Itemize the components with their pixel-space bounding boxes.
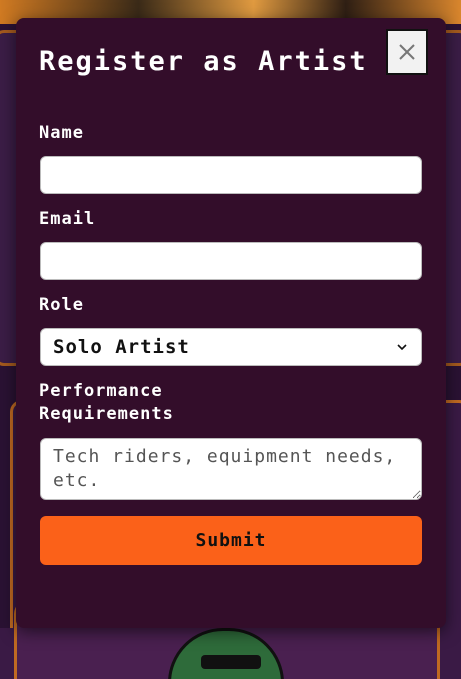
submit-button[interactable]: Submit bbox=[40, 516, 422, 565]
close-icon bbox=[399, 44, 415, 60]
chevron-down-icon bbox=[397, 344, 407, 351]
performance-label: Performance Requirements bbox=[39, 381, 174, 424]
email-label: Email bbox=[39, 209, 96, 229]
role-selected-value: Solo Artist bbox=[53, 336, 190, 358]
role-select[interactable]: Solo Artist bbox=[40, 328, 422, 366]
role-label: Role bbox=[39, 295, 84, 315]
email-input[interactable] bbox=[40, 242, 422, 280]
modal-title: Register as Artist bbox=[39, 46, 368, 77]
name-input[interactable] bbox=[40, 156, 422, 194]
register-artist-modal: Register as Artist Name Email Role Solo … bbox=[16, 18, 446, 628]
close-button[interactable] bbox=[386, 29, 428, 75]
performance-requirements-input[interactable] bbox=[40, 438, 422, 500]
name-label: Name bbox=[39, 123, 84, 143]
